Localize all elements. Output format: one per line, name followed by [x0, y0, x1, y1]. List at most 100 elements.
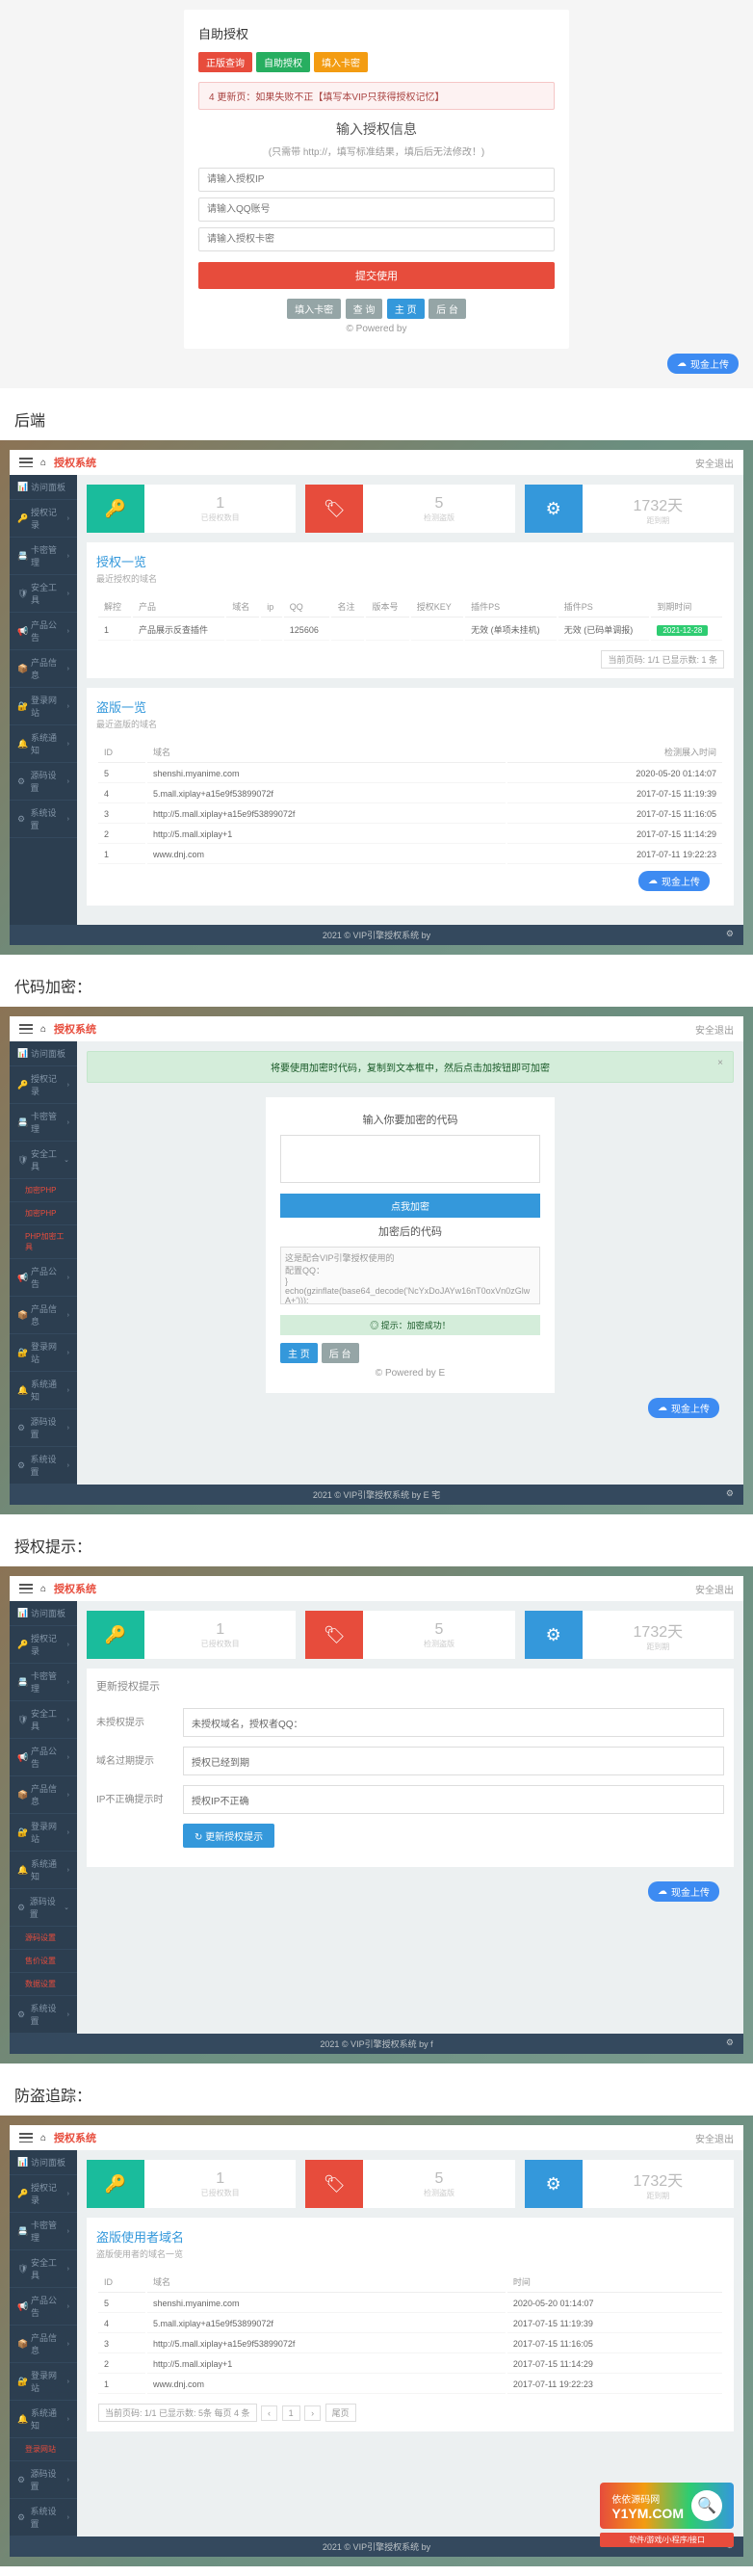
sidebar-item-source[interactable]: ⚙源码设置› [10, 2461, 77, 2499]
sidebar-item-source[interactable]: ⚙源码设置⌄ [10, 1889, 77, 1927]
upload-badge[interactable]: 现金上传 [638, 871, 710, 891]
topbar: ⌂ 授权系统 安全退出 [10, 450, 743, 475]
sidebar-item-login[interactable]: 🔐登录网站› [10, 1334, 77, 1372]
sidebar-item-dashboard[interactable]: 📊访问面板 [10, 2150, 77, 2175]
sidebar-item-auth[interactable]: 🔑授权记录› [10, 500, 77, 538]
submit-button[interactable]: 提交使用 [198, 262, 555, 289]
card-button[interactable]: 填入卡密 [314, 52, 368, 72]
sidebar-item-card[interactable]: 📇卡密管理› [10, 538, 77, 575]
qq-input[interactable] [198, 197, 555, 222]
sidebar-item-auth[interactable]: 🔑授权记录› [10, 1626, 77, 1664]
table-row[interactable]: 3http://5.mall.xiplay+a15e9f53899072f201… [98, 2335, 722, 2353]
sidebar-item-notify[interactable]: 🔔系统通知› [10, 1372, 77, 1409]
table-row[interactable]: 1产品展示反查插件125606无效 (单项未挂机)无效 (已码单调报)2021-… [98, 619, 722, 641]
sidebar-item-source[interactable]: ⚙源码设置› [10, 763, 77, 801]
table-row[interactable]: 45.mall.xiplay+a15e9f53899072f2017-07-15… [98, 2315, 722, 2333]
card-input[interactable] [198, 227, 555, 251]
sidebar-sub-tool[interactable]: PHP加密工具 [10, 1225, 77, 1259]
ip-input[interactable] [198, 168, 555, 192]
hamburger-icon[interactable] [19, 1584, 33, 1593]
sidebar-item-login[interactable]: 🔐登录网站› [10, 1814, 77, 1852]
sidebar-item-system[interactable]: ⚙系统设置› [10, 2499, 77, 2537]
footer-query-button[interactable]: 查 询 [346, 299, 383, 319]
hamburger-icon[interactable] [19, 1024, 33, 1034]
sidebar-item-announce[interactable]: 📢产品公告› [10, 1259, 77, 1297]
brand-text: 授权系统 [54, 2130, 96, 2145]
table-row[interactable]: 2http://5.mall.xiplay+12017-07-15 11:14:… [98, 826, 722, 844]
table-row[interactable]: 3http://5.mall.xiplay+a15e9f53899072f201… [98, 805, 722, 824]
sidebar-item-notify[interactable]: 🔔系统通知› [10, 725, 77, 763]
expired-tip-input[interactable] [183, 1747, 724, 1775]
sidebar-item-product[interactable]: 📦产品信息› [10, 1776, 77, 1814]
upload-badge[interactable]: 现金上传 [648, 1881, 719, 1902]
logout-link[interactable]: 安全退出 [695, 1582, 734, 1596]
self-auth-button[interactable]: 自助授权 [256, 52, 310, 72]
sidebar-item-product[interactable]: 📦产品信息› [10, 650, 77, 688]
table-row[interactable]: 5shenshi.myanime.com2020-05-20 01:14:07 [98, 765, 722, 783]
logout-link[interactable]: 安全退出 [695, 456, 734, 470]
encrypt-button[interactable]: 点我加密 [280, 1194, 540, 1218]
sidebar-item-product[interactable]: 📦产品信息› [10, 1297, 77, 1334]
sidebar-item-system[interactable]: ⚙系统设置› [10, 801, 77, 838]
table-row[interactable]: 1www.dnj.com2017-07-11 19:22:23 [98, 846, 722, 864]
sidebar-item-security[interactable]: 🛡安全工具› [10, 1701, 77, 1739]
sidebar-sub-source[interactable]: 源码设置 [10, 1927, 77, 1950]
gear-icon[interactable]: ⚙ [726, 2037, 734, 2048]
sidebar-item-security[interactable]: 🛡安全工具› [10, 2250, 77, 2288]
table-row[interactable]: 45.mall.xiplay+a15e9f53899072f2017-07-15… [98, 785, 722, 803]
sidebar-item-notify[interactable]: 🔔系统通知› [10, 1852, 77, 1889]
sidebar-sub-price[interactable]: 售价设置 [10, 1950, 77, 1973]
sidebar-item-card[interactable]: 📇卡密管理› [10, 1104, 77, 1142]
sidebar-item-security[interactable]: 🛡安全工具› [10, 575, 77, 613]
code-input[interactable] [280, 1135, 540, 1183]
sidebar-sub-data[interactable]: 数据设置 [10, 1973, 77, 1996]
logout-link[interactable]: 安全退出 [695, 2131, 734, 2145]
update-button[interactable]: 更新授权提示 [183, 1824, 274, 1848]
gear-icon[interactable]: ⚙ [726, 1488, 734, 1499]
page-1[interactable]: 1 [282, 2405, 300, 2421]
page-last[interactable]: 尾页 [325, 2404, 356, 2422]
admin-button[interactable]: 后 台 [322, 1343, 359, 1363]
table-row[interactable]: 2http://5.mall.xiplay+12017-07-15 11:14:… [98, 2355, 722, 2374]
sidebar-sub-encrypt[interactable]: 加密PHP [10, 1179, 77, 1202]
sidebar-item-auth[interactable]: 🔑授权记录› [10, 1066, 77, 1104]
sidebar-item-product[interactable]: 📦产品信息› [10, 2326, 77, 2363]
sidebar-sub-active[interactable]: 登录网站 [10, 2438, 77, 2461]
query-button[interactable]: 正版查询 [198, 52, 252, 72]
sidebar-item-announce[interactable]: 📢产品公告› [10, 2288, 77, 2326]
sidebar-item-auth[interactable]: 🔑授权记录› [10, 2175, 77, 2213]
sidebar-item-dashboard[interactable]: 📊访问面板 [10, 1601, 77, 1626]
sidebar-item-security[interactable]: 🛡安全工具⌄ [10, 1142, 77, 1179]
unauth-tip-input[interactable] [183, 1708, 724, 1737]
page-next[interactable]: › [304, 2405, 321, 2421]
sidebar-item-login[interactable]: 🔐登录网站› [10, 688, 77, 725]
sidebar-item-system[interactable]: ⚙系统设置› [10, 1996, 77, 2034]
footer-card-button[interactable]: 填入卡密 [287, 299, 341, 319]
logout-link[interactable]: 安全退出 [695, 1022, 734, 1037]
footer-admin-button[interactable]: 后 台 [428, 299, 466, 319]
page-prev[interactable]: ‹ [261, 2405, 277, 2421]
sidebar-item-notify[interactable]: 🔔系统通知› [10, 2401, 77, 2438]
table-row[interactable]: 1www.dnj.com2017-07-11 19:22:23 [98, 2376, 722, 2394]
sidebar-item-announce[interactable]: 📢产品公告› [10, 1739, 77, 1776]
sidebar-sub-encrypt2[interactable]: 加密PHP [10, 1202, 77, 1225]
upload-badge[interactable]: 现金上传 [667, 354, 739, 374]
sidebar-item-card[interactable]: 📇卡密管理› [10, 1664, 77, 1701]
sidebar-item-system[interactable]: ⚙系统设置› [10, 1447, 77, 1485]
sidebar-item-announce[interactable]: 📢产品公告› [10, 613, 77, 650]
upload-badge[interactable]: 现金上传 [648, 1398, 719, 1418]
hamburger-icon[interactable] [19, 2133, 33, 2142]
sidebar-item-login[interactable]: 🔐登录网站› [10, 2363, 77, 2401]
sidebar-item-source[interactable]: ⚙源码设置› [10, 1409, 77, 1447]
gear-icon[interactable]: ⚙ [726, 929, 734, 939]
close-icon[interactable]: × [717, 1058, 723, 1068]
hamburger-icon[interactable] [19, 458, 33, 467]
table-row[interactable]: 5shenshi.myanime.com2020-05-20 01:14:07 [98, 2295, 722, 2313]
sidebar-item-card[interactable]: 📇卡密管理› [10, 2213, 77, 2250]
home-button[interactable]: 主 页 [280, 1343, 318, 1363]
sidebar-item-dashboard[interactable]: 📊访问面板 [10, 475, 77, 500]
footer-home-button[interactable]: 主 页 [387, 299, 425, 319]
code-output[interactable]: 这是配合VIP引擎授权使用的 配置QQ： } echo(gzinflate(ba… [280, 1247, 540, 1304]
sidebar-item-dashboard[interactable]: 📊访问面板 [10, 1041, 77, 1066]
ip-tip-input[interactable] [183, 1785, 724, 1814]
